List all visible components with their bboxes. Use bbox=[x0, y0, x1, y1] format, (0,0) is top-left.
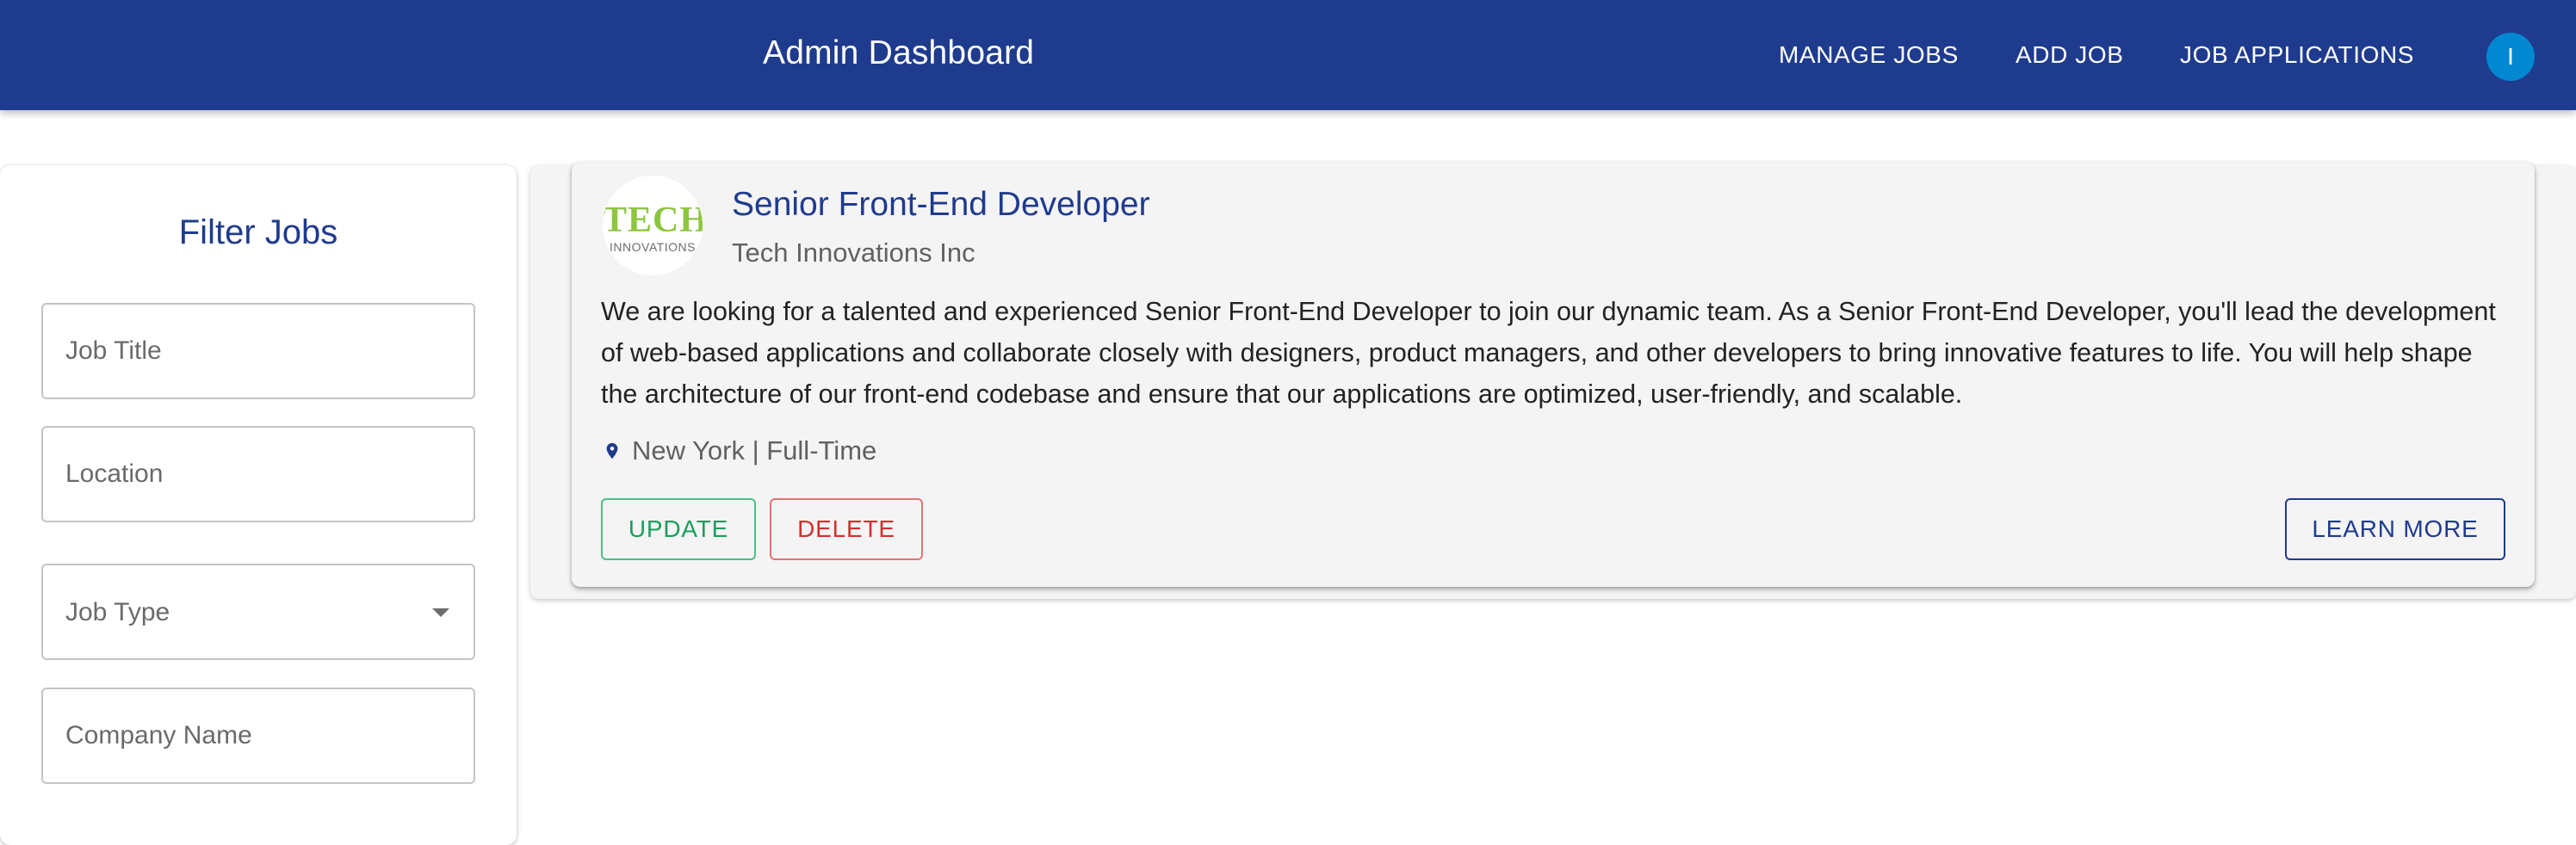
company-logo: TECH INNOVATIONS bbox=[603, 176, 703, 275]
job-card: TECH INNOVATIONS Senior Front-End Develo… bbox=[572, 162, 2535, 587]
caret-down-icon bbox=[432, 608, 449, 617]
location-input[interactable] bbox=[43, 428, 474, 521]
job-type-select[interactable]: Job Type bbox=[41, 564, 475, 660]
company-logo-text: TECH bbox=[603, 200, 703, 240]
app-bar: Admin Dashboard MANAGE JOBS ADD JOB JOB … bbox=[0, 0, 2576, 110]
job-title[interactable]: Senior Front-End Developer bbox=[732, 186, 1150, 224]
job-location-type: New York | Full-Time bbox=[603, 435, 876, 466]
job-type-label: Job Type bbox=[65, 598, 170, 626]
app-title: Admin Dashboard bbox=[763, 34, 1035, 71]
job-description: We are looking for a talented and experi… bbox=[601, 297, 2496, 409]
location-field[interactable] bbox=[41, 426, 475, 522]
company-name-field[interactable] bbox=[41, 688, 475, 784]
nav-manage-jobs[interactable]: MANAGE JOBS bbox=[1779, 41, 1959, 69]
location-pin-icon bbox=[606, 442, 618, 460]
company-name: Tech Innovations Inc bbox=[732, 237, 975, 268]
job-title-input[interactable] bbox=[43, 305, 474, 398]
learn-more-button[interactable]: LEARN MORE bbox=[2285, 498, 2505, 560]
company-name-input[interactable] bbox=[43, 689, 474, 782]
delete-button[interactable]: DELETE bbox=[770, 498, 923, 560]
company-logo-subtext: INNOVATIONS bbox=[610, 240, 696, 254]
update-button[interactable]: UPDATE bbox=[601, 498, 756, 560]
filter-title: Filter Jobs bbox=[178, 213, 338, 251]
nav-add-job[interactable]: ADD JOB bbox=[2016, 41, 2124, 69]
filter-panel: Filter Jobs Job Type bbox=[0, 165, 517, 845]
job-title-field[interactable] bbox=[41, 303, 475, 399]
nav-job-applications[interactable]: JOB APPLICATIONS bbox=[2180, 41, 2414, 69]
job-location-text: New York | Full-Time bbox=[632, 435, 877, 466]
user-avatar[interactable]: I bbox=[2486, 33, 2535, 81]
